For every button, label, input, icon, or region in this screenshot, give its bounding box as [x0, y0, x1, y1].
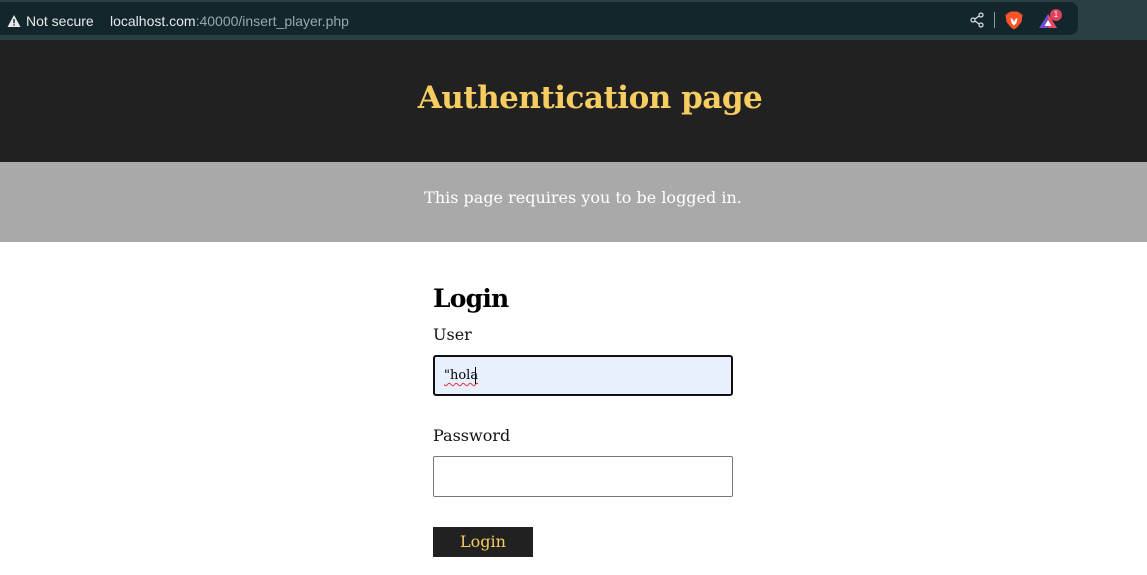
notice-text: This page requires you to be logged in.: [424, 188, 742, 207]
browser-toolbar: Not secure localhost.com:40000/insert_pl…: [0, 0, 1147, 40]
login-heading: Login: [433, 284, 509, 313]
address-bar[interactable]: Not secure localhost.com:40000/insert_pl…: [0, 2, 1078, 35]
login-required-notice: This page requires you to be logged in.: [0, 162, 1147, 242]
url-host: localhost.com: [110, 13, 196, 29]
text-caret: [475, 367, 476, 384]
user-input[interactable]: "hola: [433, 355, 733, 396]
url-path: :40000/insert_player.php: [195, 13, 349, 29]
url-text[interactable]: localhost.com:40000/insert_player.php: [110, 12, 349, 30]
share-icon[interactable]: [969, 12, 985, 28]
password-input[interactable]: [433, 456, 733, 497]
password-label: Password: [433, 426, 511, 445]
user-label: User: [433, 325, 472, 344]
user-input-value: "hola: [444, 368, 479, 383]
brave-lion-icon[interactable]: [1005, 11, 1023, 30]
warning-icon[interactable]: [7, 13, 21, 27]
security-status-label[interactable]: Not secure: [26, 12, 94, 30]
toolbar-divider: [994, 12, 995, 28]
page-title: Authentication page: [417, 80, 763, 116]
page-header: Authentication page: [0, 40, 1147, 162]
rewards-badge: 1: [1050, 9, 1062, 21]
login-button[interactable]: Login: [433, 527, 533, 557]
